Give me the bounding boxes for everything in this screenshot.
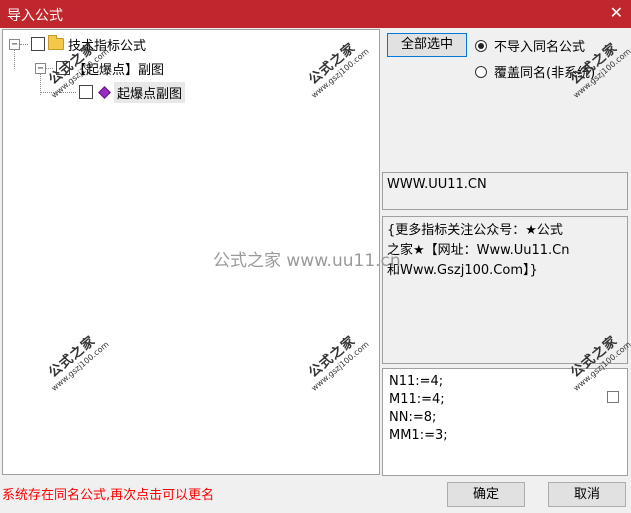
- collapse-icon[interactable]: −: [35, 62, 46, 74]
- url-text: WWW.UU11.CN: [387, 177, 487, 192]
- indicator-gem-icon: [98, 85, 111, 99]
- formula-description-box: {更多指标关注公众号：★公式 之家★【网址：Www.Uu11.Cn 和Www.G…: [382, 216, 628, 364]
- tree-label-child: 【起爆点】副图: [73, 62, 165, 78]
- radio-overwrite-label: 覆盖同名(非系统): [494, 66, 596, 81]
- window-title: 导入公式: [7, 8, 63, 24]
- code-line: N11:=4;: [389, 374, 444, 389]
- tree-checkbox-child[interactable]: [56, 61, 70, 75]
- radio-overwrite-duplicates[interactable]: 覆盖同名(非系统): [475, 62, 595, 81]
- folder-icon: [48, 35, 64, 50]
- code-line: NN:=8;: [389, 410, 437, 425]
- code-line: MM1:=3;: [389, 428, 448, 443]
- tree-dots: [20, 43, 28, 45]
- tree-node-root[interactable]: − 技术指标公式: [9, 34, 146, 54]
- cancel-button[interactable]: 取消: [548, 482, 626, 507]
- tree-label-root: 技术指标公式: [68, 38, 147, 54]
- tree-dots: [40, 91, 76, 93]
- tree-checkbox-leaf[interactable]: [79, 85, 93, 99]
- formula-tree[interactable]: − 技术指标公式 − 【起爆点】副图 起爆点副图: [2, 29, 380, 475]
- radio-skip-label: 不导入同名公式: [494, 40, 586, 55]
- tree-node-child[interactable]: − 【起爆点】副图: [35, 58, 164, 78]
- formula-code-box[interactable]: N11:=4; M11:=4; NN:=8; MM1:=3;: [382, 368, 628, 476]
- tree-checkbox-root[interactable]: [31, 37, 45, 51]
- code-line: M11:=4;: [389, 392, 445, 407]
- description-line: 之家★【网址：Www.Uu11.Cn: [387, 243, 570, 258]
- collapse-icon[interactable]: −: [9, 38, 20, 50]
- status-message: 系统存在同名公式,再次点击可以更名: [2, 488, 215, 503]
- tree-dots: [46, 67, 53, 69]
- formula-url-box: WWW.UU11.CN: [382, 172, 628, 210]
- tree-node-leaf[interactable]: 起爆点副图: [40, 81, 186, 103]
- ok-button[interactable]: 确定: [447, 482, 525, 507]
- code-checkbox[interactable]: [607, 391, 619, 403]
- description-line: {更多指标关注公众号：★公式: [387, 223, 563, 238]
- radio-skip-duplicates[interactable]: 不导入同名公式: [475, 36, 585, 55]
- title-bar: 导入公式 ✕: [0, 0, 631, 28]
- tree-label-leaf: 起爆点副图: [114, 81, 186, 103]
- select-all-button[interactable]: 全部选中: [387, 33, 467, 57]
- radio-overwrite-indicator[interactable]: [475, 65, 487, 78]
- close-icon[interactable]: ✕: [610, 3, 623, 22]
- radio-skip-indicator[interactable]: [475, 39, 487, 52]
- description-line: 和Www.Gszj100.Com】}: [387, 263, 538, 278]
